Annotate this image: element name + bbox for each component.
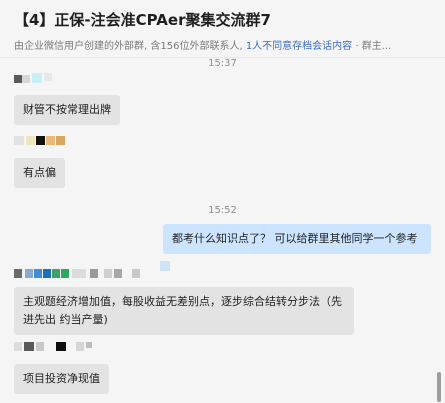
message-bubble[interactable]: 主观题经济增加值，每股收益无差别点，逐步综合结转分步法（先进先出 约当产量) [14,287,354,335]
group-owner-text: · 群主... [355,41,392,52]
subtitle-text: 由企业微信用户创建的外部群, 含156位外部联系人, [14,41,243,52]
group-title: 【4】正保-注会准CPAer聚集交流群7 [14,11,271,29]
scrollbar[interactable] [437,372,441,402]
message-bubble[interactable]: 项目投资净现值 [14,364,109,394]
timestamp: 15:37 [208,58,237,69]
archive-consent-link[interactable]: 1人不同意存档会话内容 [246,41,352,52]
message-bubble-outgoing[interactable]: 都考什么知识点了？ 可以给群里其他同学一个参考 [163,224,431,254]
group-subtitle: 由企业微信用户创建的外部群, 含156位外部联系人, 1人不同意存档会话内容 ·… [14,37,442,52]
message-bubble[interactable]: 财管不按常理出牌 [14,95,120,125]
timestamp: 15:52 [208,205,237,216]
message-bubble[interactable]: 有点偏 [14,158,65,188]
chat-header: 【4】正保-注会准CPAer聚集交流群7 由企业微信用户创建的外部群, 含156… [0,0,445,58]
